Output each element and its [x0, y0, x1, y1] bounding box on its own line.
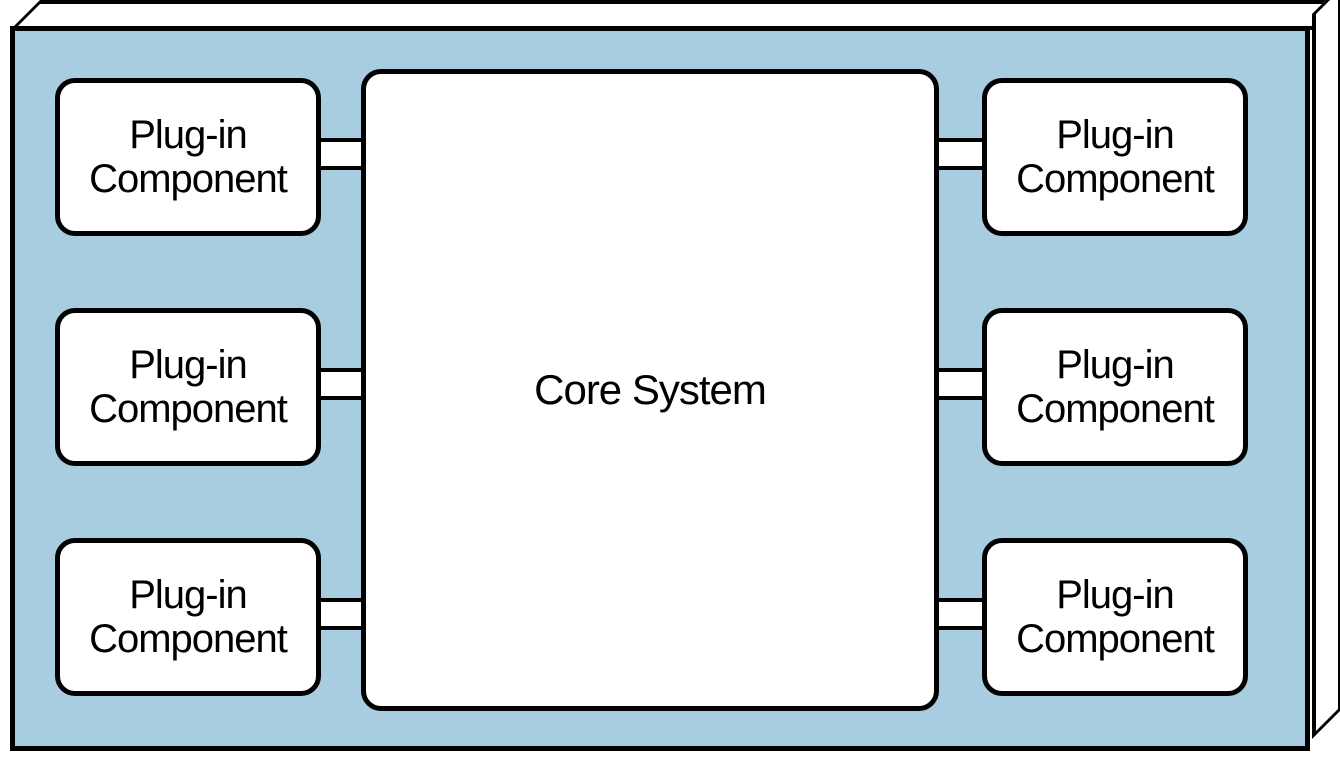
plugin-label-line2: Component	[1016, 387, 1214, 431]
plugin-right-2: Plug-in Component	[982, 308, 1248, 466]
plugin-label-line2: Component	[1016, 157, 1214, 201]
plugin-label-line1: Plug-in	[129, 343, 247, 387]
plugin-label: Plug-in Component	[89, 343, 287, 431]
connector-right-1	[936, 138, 984, 170]
connector-left-1	[316, 138, 364, 170]
core-system-box: Core System	[361, 69, 939, 711]
plugin-left-1: Plug-in Component	[55, 78, 321, 236]
connector-left-3	[316, 598, 364, 630]
connector-right-2	[936, 368, 984, 400]
plugin-label-line2: Component	[89, 157, 287, 201]
box-3d-side	[1312, 0, 1340, 739]
plugin-label-line1: Plug-in	[1056, 573, 1174, 617]
plugin-left-3: Plug-in Component	[55, 538, 321, 696]
plugin-right-1: Plug-in Component	[982, 78, 1248, 236]
plugin-label: Plug-in Component	[89, 573, 287, 661]
core-system-label: Core System	[534, 366, 766, 414]
plugin-left-2: Plug-in Component	[55, 308, 321, 466]
diagram-front-face: Core System Plug-in Component Plug-in Co…	[10, 26, 1310, 751]
plugin-right-3: Plug-in Component	[982, 538, 1248, 696]
plugin-label-line2: Component	[89, 387, 287, 431]
plugin-label-line1: Plug-in	[129, 573, 247, 617]
plugin-label: Plug-in Component	[89, 113, 287, 201]
plugin-label: Plug-in Component	[1016, 573, 1214, 661]
connector-right-3	[936, 598, 984, 630]
plugin-label-line1: Plug-in	[129, 113, 247, 157]
plugin-label-line2: Component	[89, 617, 287, 661]
plugin-label-line1: Plug-in	[1056, 343, 1174, 387]
architecture-diagram: Core System Plug-in Component Plug-in Co…	[0, 0, 1340, 765]
plugin-label-line1: Plug-in	[1056, 113, 1174, 157]
plugin-label: Plug-in Component	[1016, 113, 1214, 201]
connector-left-2	[316, 368, 364, 400]
plugin-label: Plug-in Component	[1016, 343, 1214, 431]
plugin-label-line2: Component	[1016, 617, 1214, 661]
